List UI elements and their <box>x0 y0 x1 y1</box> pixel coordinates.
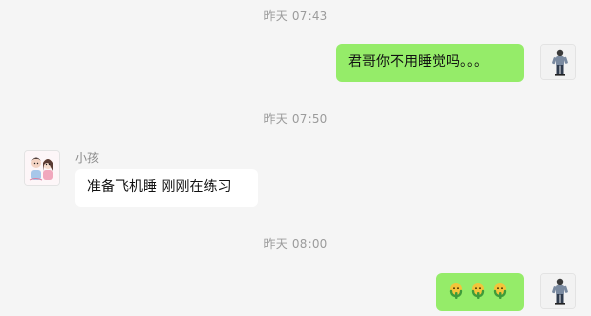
self-avatar[interactable] <box>540 273 576 309</box>
message-text: 君哥你不用睡觉吗。。。 <box>348 54 488 70</box>
message-text: 准备飞机睡 刚刚在练习 <box>87 179 232 195</box>
message-bubble-outgoing-3[interactable] <box>436 273 524 311</box>
person-standing-avatar-icon <box>541 45 575 79</box>
cactus-emoji-icon <box>493 283 507 299</box>
cactus-emoji-icon <box>449 283 463 299</box>
self-avatar[interactable] <box>540 44 576 80</box>
timestamp-2: 昨天 07:50 <box>263 112 328 126</box>
timestamp-1: 昨天 07:43 <box>263 9 328 23</box>
cartoon-couple-avatar-icon <box>25 151 59 185</box>
contact-avatar[interactable] <box>24 150 60 186</box>
person-standing-avatar-icon <box>541 274 575 308</box>
message-bubble-incoming-2[interactable]: 准备飞机睡 刚刚在练习 <box>75 169 258 207</box>
timestamp-3: 昨天 08:00 <box>263 237 328 251</box>
cactus-emoji-icon <box>471 283 485 299</box>
emoji-group <box>446 281 514 301</box>
sender-name: 小孩 <box>75 151 100 165</box>
message-bubble-outgoing-1[interactable]: 君哥你不用睡觉吗。。。 <box>336 44 524 82</box>
